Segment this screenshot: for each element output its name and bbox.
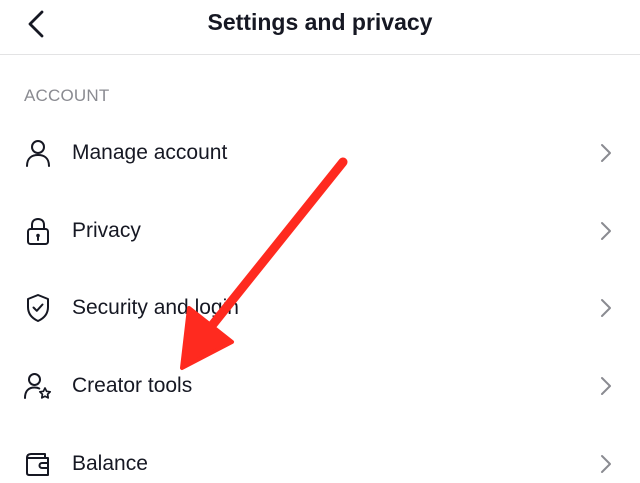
menu-item-label: Balance	[72, 452, 148, 475]
settings-screen: Settings and privacy ACCOUNT Manage acco…	[0, 0, 640, 483]
menu-item-creator-tools[interactable]: Creator tools	[0, 356, 640, 416]
chevron-right-icon	[596, 219, 616, 243]
section-label-account: ACCOUNT	[24, 86, 110, 105]
menu-item-privacy[interactable]: Privacy	[0, 201, 640, 261]
menu-item-label: Security and login	[72, 296, 239, 319]
chevron-right-icon	[596, 296, 616, 320]
header: Settings and privacy	[0, 0, 640, 55]
menu-item-label: Manage account	[72, 141, 228, 164]
menu-item-security-and-login[interactable]: Security and login	[0, 278, 640, 338]
menu-item-balance[interactable]: Balance	[0, 434, 640, 483]
chevron-right-icon	[596, 141, 616, 165]
person-icon	[22, 137, 54, 169]
wallet-icon	[22, 448, 54, 480]
menu-item-label: Privacy	[72, 219, 141, 242]
person-star-icon	[22, 370, 54, 402]
shield-check-icon	[22, 292, 54, 324]
page-title: Settings and privacy	[207, 9, 433, 35]
chevron-right-icon	[596, 452, 616, 476]
menu-item-label: Creator tools	[72, 374, 193, 397]
chevron-right-icon	[596, 374, 616, 398]
menu-item-manage-account[interactable]: Manage account	[0, 123, 640, 183]
lock-icon	[22, 215, 54, 247]
